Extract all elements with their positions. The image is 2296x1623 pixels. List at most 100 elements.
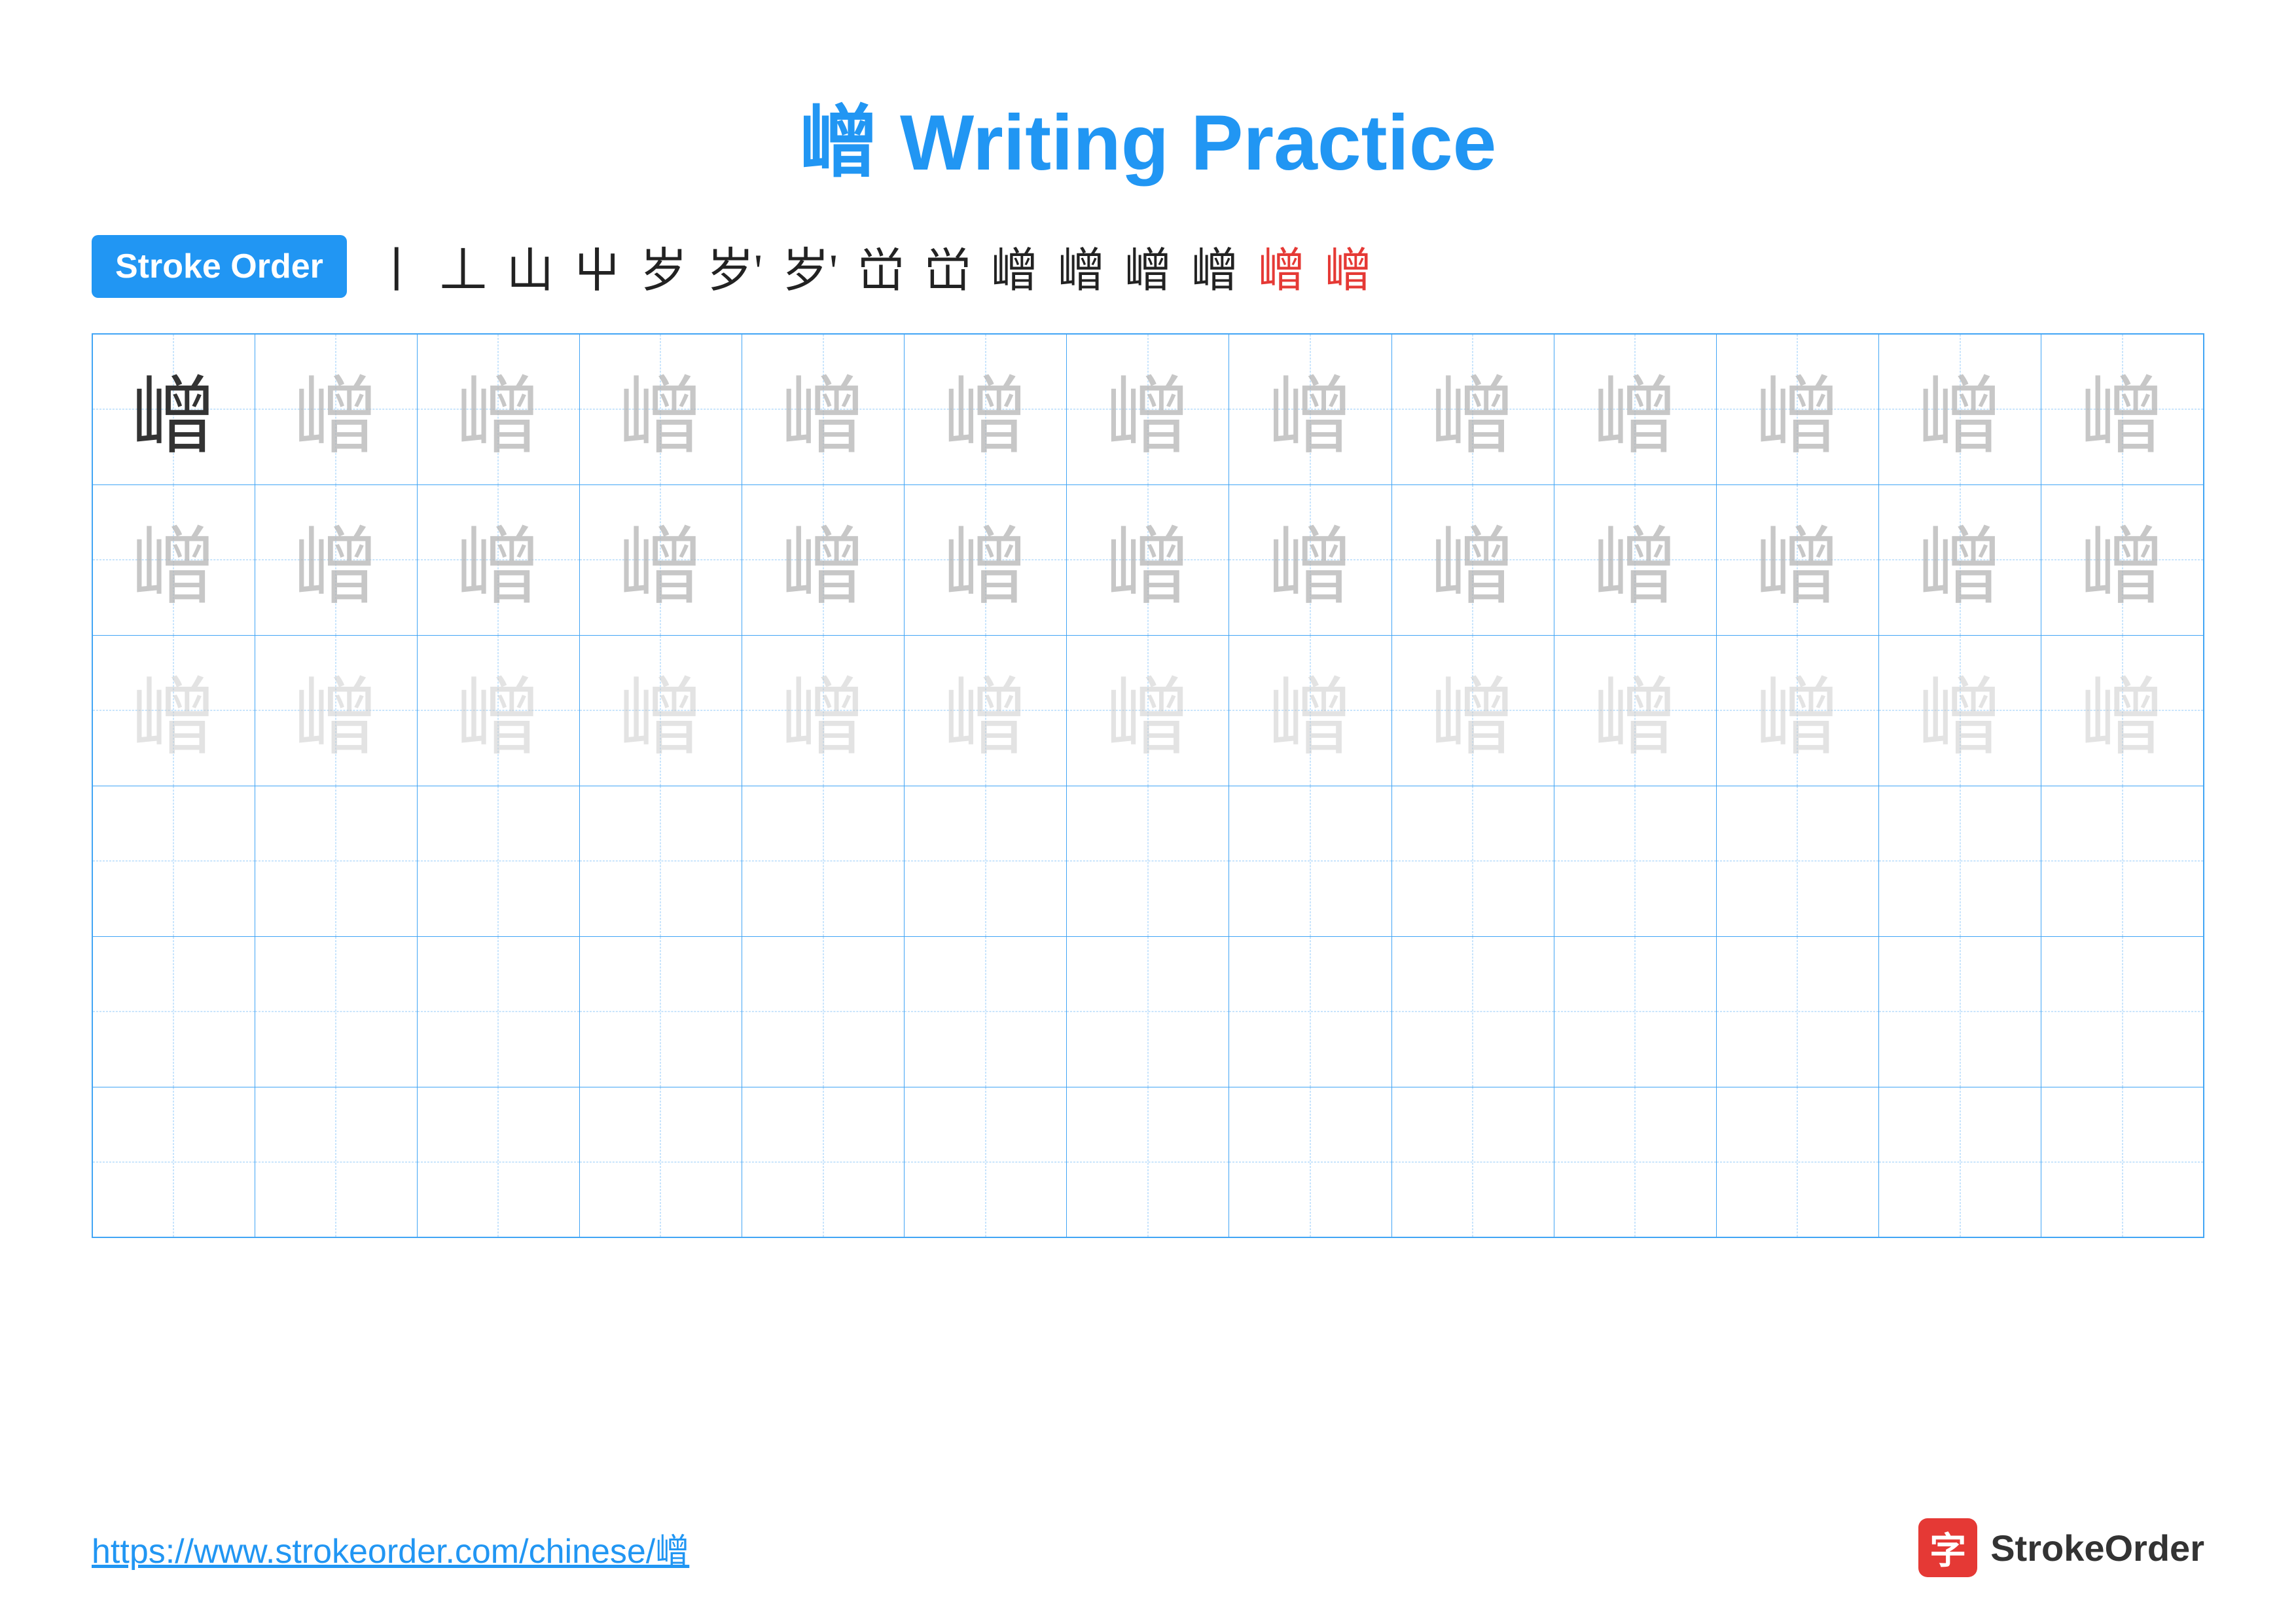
grid-cell[interactable]: 嶒 [579, 334, 742, 484]
practice-row-4 [92, 786, 2204, 936]
grid-cell[interactable] [1716, 936, 1878, 1087]
stroke-step-15: 嶒 [1325, 232, 1372, 301]
grid-cell[interactable]: 嶒 [1716, 484, 1878, 635]
stroke-order-section: Stroke Order 丨 丄 山 屮 岁 岁' 岁' 峃 峃 嶒 嶒 嶒 嶒… [0, 232, 2296, 301]
grid-cell[interactable] [1067, 936, 1229, 1087]
grid-cell[interactable]: 嶒 [742, 635, 905, 786]
footer-url[interactable]: https://www.strokeorder.com/chinese/嶒 [92, 1523, 689, 1573]
stroke-step-8: 峃 [857, 232, 905, 301]
grid-cell[interactable] [417, 786, 579, 936]
stroke-step-9: 峃 [924, 232, 971, 301]
grid-cell[interactable] [742, 936, 905, 1087]
practice-row-2: 嶒 嶒 嶒 嶒 嶒 嶒 嶒 嶒 嶒 嶒 嶒 嶒 嶒 [92, 484, 2204, 635]
grid-cell[interactable] [92, 936, 255, 1087]
grid-cell[interactable] [1554, 936, 1716, 1087]
grid-cell[interactable] [2041, 786, 2204, 936]
stroke-sequence: 丨 丄 山 屮 岁 岁' 岁' 峃 峃 嶒 嶒 嶒 嶒 嶒 嶒 [373, 232, 1372, 301]
grid-cell[interactable] [1879, 786, 2041, 936]
grid-cell[interactable] [579, 936, 742, 1087]
grid-cell[interactable] [905, 786, 1067, 936]
grid-cell[interactable]: 嶒 [1879, 635, 2041, 786]
grid-cell[interactable]: 嶒 [1391, 484, 1554, 635]
grid-cell[interactable]: 嶒 [1554, 484, 1716, 635]
grid-cell[interactable]: 嶒 [1229, 334, 1391, 484]
grid-cell[interactable]: 嶒 [2041, 635, 2204, 786]
grid-cell[interactable] [2041, 936, 2204, 1087]
grid-cell[interactable]: 嶒 [417, 635, 579, 786]
grid-cell[interactable] [255, 1087, 417, 1237]
grid-cell[interactable]: 嶒 [742, 334, 905, 484]
grid-cell[interactable] [905, 936, 1067, 1087]
grid-cell[interactable] [1716, 1087, 1878, 1237]
grid-cell[interactable] [255, 936, 417, 1087]
practice-grid: 嶒 嶒 嶒 嶒 嶒 嶒 嶒 嶒 嶒 嶒 嶒 嶒 嶒 嶒 嶒 嶒 嶒 嶒 嶒 嶒 … [92, 333, 2204, 1238]
grid-cell[interactable]: 嶒 [92, 635, 255, 786]
grid-cell[interactable]: 嶒 [1067, 484, 1229, 635]
stroke-step-2: 丄 [440, 232, 487, 301]
footer-logo: 字 StrokeOrder [1918, 1518, 2204, 1577]
grid-cell[interactable]: 嶒 [905, 484, 1067, 635]
grid-cell[interactable]: 嶒 [1879, 484, 2041, 635]
grid-cell[interactable] [417, 1087, 579, 1237]
stroke-step-1: 丨 [373, 232, 420, 301]
stroke-step-12: 嶒 [1124, 232, 1172, 301]
grid-cell[interactable] [1229, 786, 1391, 936]
stroke-step-5: 岁 [640, 232, 687, 301]
grid-cell[interactable]: 嶒 [1716, 635, 1878, 786]
grid-cell[interactable] [92, 1087, 255, 1237]
grid-cell[interactable]: 嶒 [1229, 484, 1391, 635]
grid-cell[interactable] [905, 1087, 1067, 1237]
grid-cell[interactable] [417, 936, 579, 1087]
stroke-step-7: 岁' [782, 232, 838, 301]
grid-cell[interactable]: 嶒 [742, 484, 905, 635]
grid-cell[interactable]: 嶒 [255, 334, 417, 484]
grid-cell[interactable] [742, 786, 905, 936]
grid-cell[interactable]: 嶒 [579, 484, 742, 635]
grid-cell[interactable] [255, 786, 417, 936]
grid-cell[interactable] [1716, 786, 1878, 936]
grid-cell[interactable]: 嶒 [1879, 334, 2041, 484]
grid-cell[interactable] [2041, 1087, 2204, 1237]
grid-cell[interactable] [92, 786, 255, 936]
grid-cell[interactable] [579, 786, 742, 936]
grid-cell[interactable]: 嶒 [2041, 334, 2204, 484]
grid-cell[interactable] [1879, 1087, 2041, 1237]
grid-cell[interactable] [1229, 936, 1391, 1087]
page-title: 嶒 Writing Practice [0, 0, 2296, 192]
grid-cell[interactable]: 嶒 [1554, 635, 1716, 786]
grid-cell[interactable] [579, 1087, 742, 1237]
grid-cell[interactable]: 嶒 [417, 484, 579, 635]
grid-cell[interactable] [1391, 1087, 1554, 1237]
grid-cell[interactable] [1391, 936, 1554, 1087]
grid-cell[interactable]: 嶒 [92, 334, 255, 484]
grid-cell[interactable]: 嶒 [1229, 635, 1391, 786]
grid-cell[interactable]: 嶒 [255, 635, 417, 786]
grid-cell[interactable] [742, 1087, 905, 1237]
grid-cell[interactable]: 嶒 [1554, 334, 1716, 484]
grid-cell[interactable] [1067, 1087, 1229, 1237]
grid-cell[interactable]: 嶒 [1391, 334, 1554, 484]
grid-cell[interactable]: 嶒 [905, 334, 1067, 484]
practice-row-1: 嶒 嶒 嶒 嶒 嶒 嶒 嶒 嶒 嶒 嶒 嶒 嶒 嶒 [92, 334, 2204, 484]
grid-cell[interactable]: 嶒 [1716, 334, 1878, 484]
logo-text: StrokeOrder [1990, 1527, 2204, 1569]
practice-row-3: 嶒 嶒 嶒 嶒 嶒 嶒 嶒 嶒 嶒 嶒 嶒 嶒 嶒 [92, 635, 2204, 786]
grid-cell[interactable]: 嶒 [1391, 635, 1554, 786]
grid-cell[interactable] [1554, 1087, 1716, 1237]
grid-cell[interactable] [1879, 936, 2041, 1087]
grid-cell[interactable] [1554, 786, 1716, 936]
stroke-step-11: 嶒 [1058, 232, 1105, 301]
grid-cell[interactable]: 嶒 [2041, 484, 2204, 635]
grid-cell[interactable]: 嶒 [579, 635, 742, 786]
stroke-step-14: 嶒 [1258, 232, 1305, 301]
grid-cell[interactable]: 嶒 [92, 484, 255, 635]
grid-cell[interactable]: 嶒 [1067, 334, 1229, 484]
grid-cell[interactable]: 嶒 [255, 484, 417, 635]
grid-cell[interactable] [1229, 1087, 1391, 1237]
stroke-step-10: 嶒 [991, 232, 1038, 301]
grid-cell[interactable]: 嶒 [417, 334, 579, 484]
grid-cell[interactable]: 嶒 [905, 635, 1067, 786]
grid-cell[interactable]: 嶒 [1067, 635, 1229, 786]
grid-cell[interactable] [1391, 786, 1554, 936]
grid-cell[interactable] [1067, 786, 1229, 936]
